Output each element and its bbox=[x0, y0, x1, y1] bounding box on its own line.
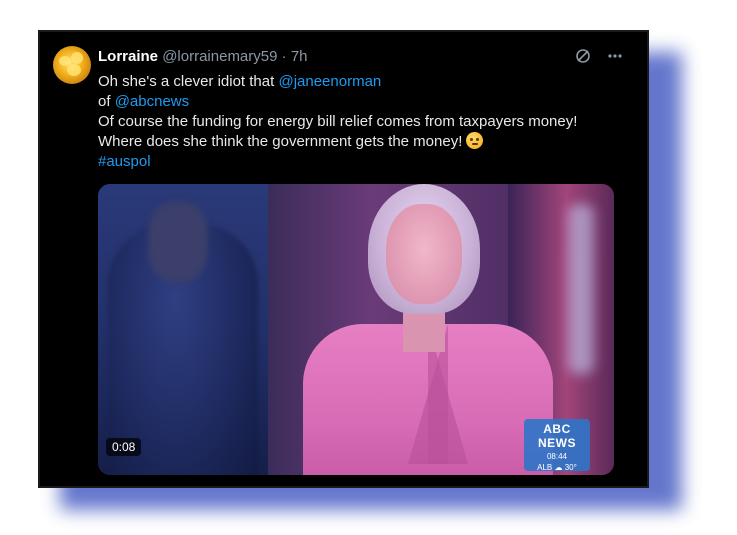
grok-icon[interactable] bbox=[575, 48, 591, 69]
thinking-face-icon bbox=[466, 132, 484, 149]
video-timecode: 0:08 bbox=[106, 438, 142, 456]
author-name[interactable]: Lorraine bbox=[98, 48, 158, 65]
tweet-text-segment: Where does she think the government gets… bbox=[98, 133, 463, 150]
badge-temperature: 30° bbox=[564, 463, 577, 472]
tweet-text-segment: Oh she's a clever idiot that bbox=[98, 73, 279, 90]
tweet-line-2: of @abcnews bbox=[98, 92, 638, 112]
mention-janeenorman[interactable]: @janeenorman bbox=[278, 73, 381, 90]
tweet-card[interactable]: Lorraine @lorrainemary59 · 7h Oh she's a… bbox=[38, 30, 649, 488]
tweet-line-3: Of course the funding for energy bill re… bbox=[98, 113, 578, 130]
presenter-face bbox=[386, 204, 462, 304]
tweet-text-segment: of bbox=[98, 93, 115, 110]
tweet-line-4: Where does she think the government gets… bbox=[98, 132, 638, 152]
tweet-line-5: #auspol bbox=[98, 152, 638, 172]
badge-time: 08:44 bbox=[546, 452, 568, 461]
mention-abcnews[interactable]: @abcnews bbox=[115, 93, 189, 110]
badge-weather: ALB ☁ 30° bbox=[524, 463, 590, 472]
author-handle[interactable]: @lorrainemary59 bbox=[162, 48, 277, 65]
tweet-text: Oh she's a clever idiot that @janeenorma… bbox=[98, 72, 638, 172]
tweet-header: Lorraine @lorrainemary59 · 7h bbox=[98, 48, 308, 65]
video-player[interactable]: ABC NEWS 08:44 ALB ☁ 30° 0:08 bbox=[98, 184, 614, 475]
separator: · bbox=[281, 48, 287, 65]
more-icon[interactable] bbox=[607, 48, 623, 69]
tweet-actions bbox=[575, 48, 623, 69]
tweet-line-1: Oh she's a clever idiot that @janeenorma… bbox=[98, 72, 638, 92]
timestamp[interactable]: 7h bbox=[291, 48, 308, 65]
avatar[interactable] bbox=[53, 46, 91, 84]
abc-news-logo: ABC NEWS bbox=[538, 422, 576, 450]
badge-location: ALB bbox=[537, 463, 553, 472]
cloud-icon: ☁ bbox=[554, 463, 563, 472]
abc-news-badge: ABC NEWS 08:44 ALB ☁ 30° bbox=[524, 419, 590, 472]
hashtag-auspol[interactable]: #auspol bbox=[98, 153, 151, 170]
